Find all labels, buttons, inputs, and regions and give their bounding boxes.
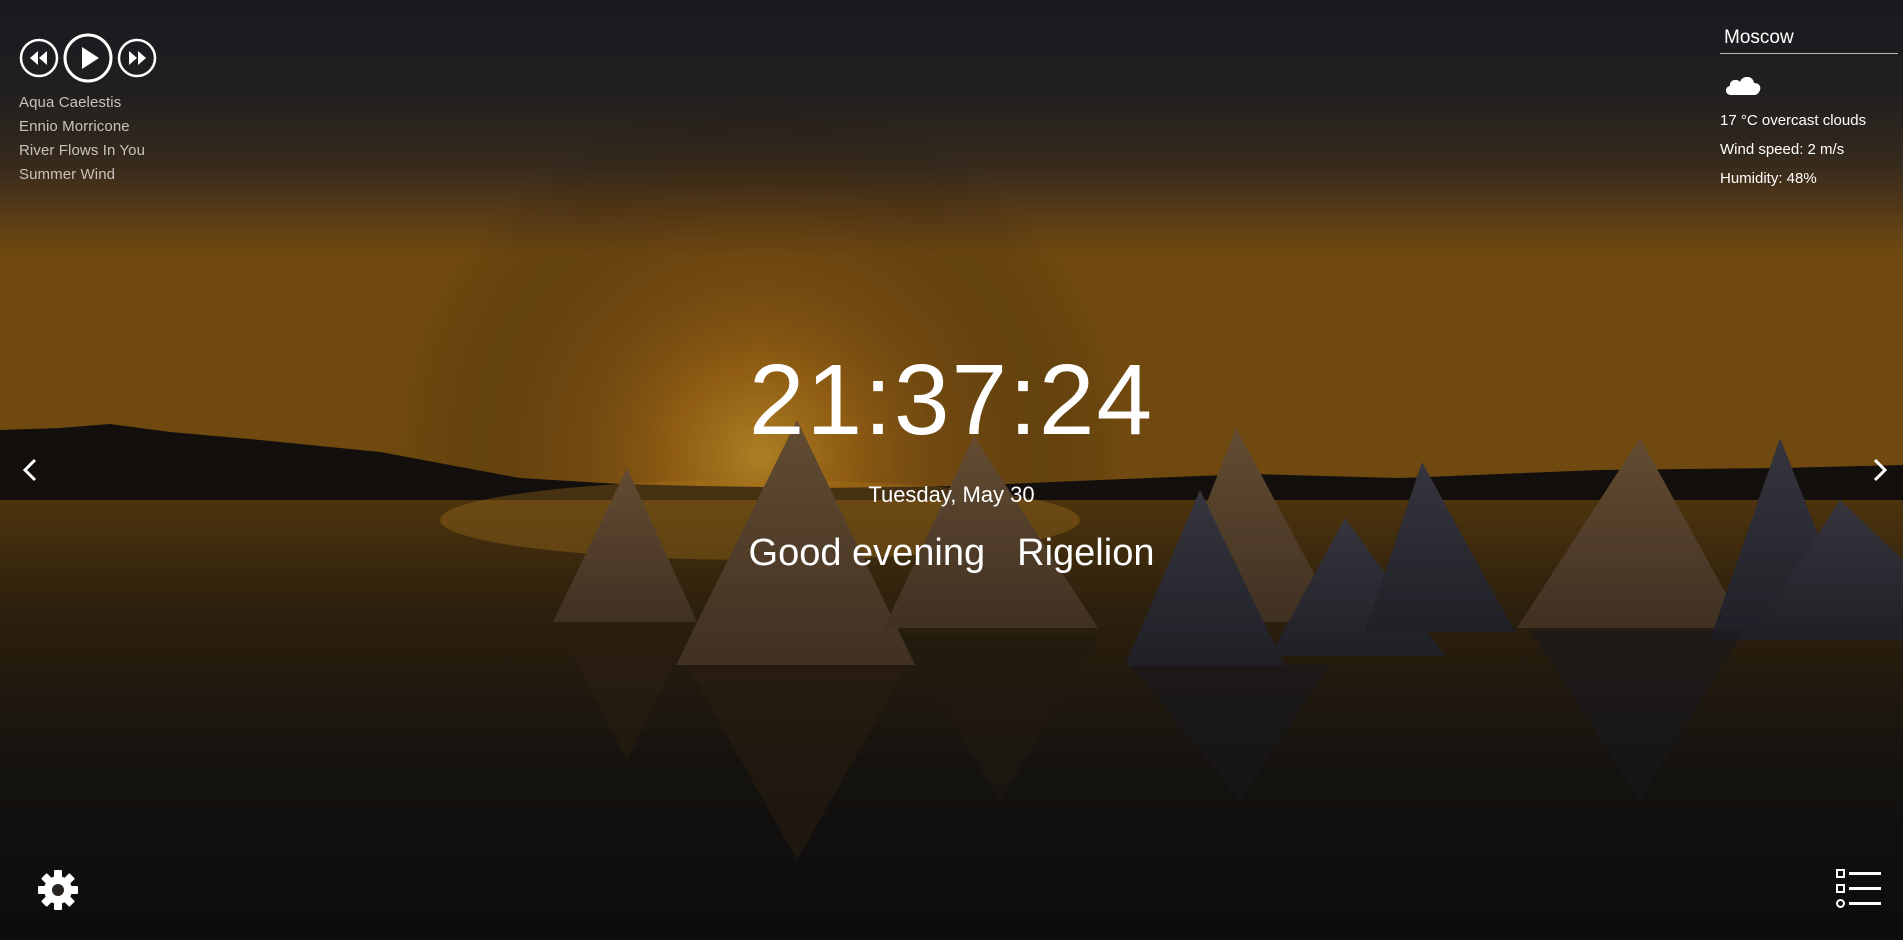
wind-speed: Wind speed: 2 m/s [1720,141,1845,158]
clock-time: 21:37:24 [748,344,1155,456]
playlist-item[interactable]: Summer Wind [19,163,157,187]
weather-widget: 17 °C overcast clouds Wind speed: 2 m/s … [1720,22,1900,193]
greeting-text: Good evening [748,532,986,574]
background-photo [0,0,1903,940]
play-icon [63,33,113,83]
playlist-item[interactable]: Ennio Morricone [19,115,157,139]
cloud-icon [1722,70,1764,98]
audio-player: Aqua Caelestis Ennio Morricone River Flo… [19,33,157,187]
fast-forward-button[interactable] [117,38,157,78]
rewind-button[interactable] [19,38,59,78]
chevron-left-icon [22,458,37,482]
gear-icon [38,870,78,910]
greeting: Good evening Rigelion [0,530,1903,576]
todo-list-icon [1836,869,1881,908]
prev-background-button[interactable] [18,454,42,486]
city-input[interactable] [1720,22,1898,54]
playlist-item[interactable]: River Flows In You [19,139,157,163]
settings-button[interactable] [36,868,80,912]
chevron-right-icon [1873,458,1888,482]
play-button[interactable] [63,33,113,83]
user-name[interactable]: Rigelion [1017,530,1154,576]
fast-forward-icon [117,38,157,78]
weather-description: 17 °C overcast clouds [1720,112,1867,129]
humidity: Humidity: 48% [1720,170,1817,187]
playlist-item[interactable]: Aqua Caelestis [19,91,157,115]
next-background-button[interactable] [1868,454,1892,486]
playlist: Aqua Caelestis Ennio Morricone River Flo… [19,91,157,187]
rewind-icon [19,38,59,78]
todo-list-button[interactable] [1835,868,1883,910]
player-controls [19,33,157,83]
clock-date: Tuesday, May 30 [868,482,1035,507]
